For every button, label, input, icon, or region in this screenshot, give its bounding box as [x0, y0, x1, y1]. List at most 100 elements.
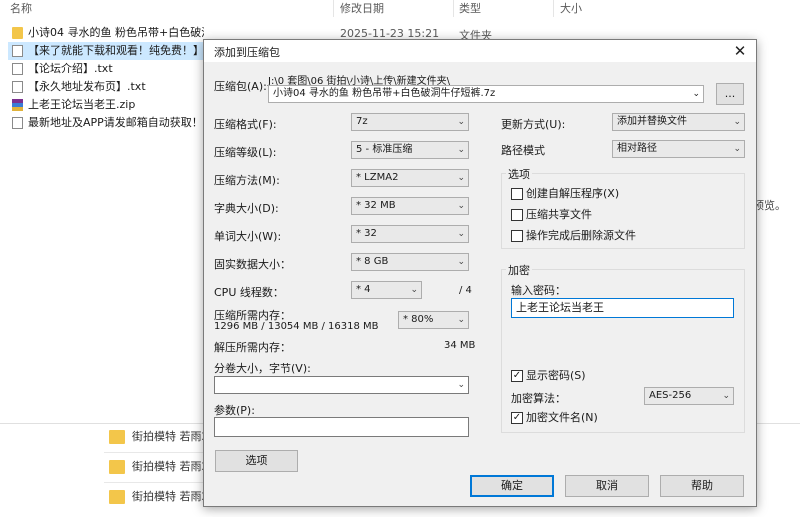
password-input[interactable]: 上老王论坛当老王: [511, 298, 734, 318]
show-password-label: 显示密码(S): [526, 369, 586, 382]
method-label: 压缩方法(M):: [214, 174, 280, 187]
folder-icon: [12, 27, 23, 39]
password-label: 输入密码：: [511, 284, 566, 297]
column-header-size[interactable]: 大小: [560, 0, 582, 17]
chevron-down-icon: ⌄: [457, 201, 465, 211]
split-size-combo[interactable]: ⌄: [214, 376, 469, 394]
path-mode-select[interactable]: 相对路径 ⌄: [612, 140, 745, 158]
close-icon[interactable]: ✕: [730, 41, 750, 61]
ok-button[interactable]: 确定: [470, 475, 554, 497]
file-name: 【永久地址发布页】.txt: [28, 80, 146, 93]
dict-select[interactable]: * 32 MB ⌄: [351, 197, 469, 215]
checkmark-icon: ✓: [511, 370, 523, 382]
text-file-icon: [12, 45, 23, 57]
column-header-type[interactable]: 类型: [459, 0, 481, 17]
show-password-checkbox[interactable]: ✓ 显示密码(S): [511, 369, 586, 383]
column-header-modified[interactable]: 修改日期: [340, 0, 384, 17]
chevron-down-icon: ⌄: [457, 257, 465, 267]
text-file-icon: [12, 81, 23, 93]
list-item[interactable]: 街拍模特 若雨24: [109, 428, 216, 446]
params-label: 参数(P):: [214, 404, 255, 417]
file-list: 小诗04 寻水的鱼 粉色吊带+白色破洞牛仔短裤 【来了就能下载和观看！纯免费！】…: [8, 24, 204, 132]
method-value: * LZMA2: [356, 172, 399, 183]
checkbox-box: [511, 188, 523, 200]
solid-select[interactable]: * 8 GB ⌄: [351, 253, 469, 271]
archive-name-value: 小诗04 寻水的鱼 粉色吊带+白色破洞牛仔短裤.7z: [273, 88, 496, 99]
column-header-name[interactable]: 名称: [10, 0, 32, 17]
word-select[interactable]: * 32 ⌄: [351, 225, 469, 243]
enc-method-select[interactable]: AES-256 ⌄: [644, 387, 734, 405]
method-select[interactable]: * LZMA2 ⌄: [351, 169, 469, 187]
word-value: * 32: [356, 228, 377, 239]
mem-percent-value: * 80%: [403, 314, 434, 325]
delete-after-checkbox[interactable]: 操作完成后删除源文件: [511, 229, 636, 243]
cpu-value: * 4: [356, 284, 371, 295]
enc-method-value: AES-256: [649, 390, 692, 401]
folder-icon: [109, 460, 125, 474]
path-mode-label: 路径模式: [501, 144, 545, 157]
list-item[interactable]: 街拍模特 若雨23: [109, 458, 216, 476]
level-select[interactable]: 5 - 标准压缩 ⌄: [351, 141, 469, 159]
list-item[interactable]: 街拍模特 若雨22: [109, 488, 216, 506]
help-button[interactable]: 帮助: [660, 475, 744, 497]
encrypt-names-checkbox[interactable]: ✓ 加密文件名(N): [511, 411, 598, 425]
browse-button[interactable]: ...: [716, 83, 744, 105]
options-group-title: 选项: [506, 166, 532, 182]
chevron-down-icon: ⌄: [410, 285, 418, 295]
file-row[interactable]: 最新地址及APP请发邮箱自动获取！！！: [8, 114, 204, 132]
mem-decomp-label: 解压所需内存：: [214, 341, 291, 354]
divider: [104, 452, 204, 453]
encrypt-names-label: 加密文件名(N): [526, 411, 598, 424]
encryption-group-title: 加密: [506, 262, 532, 278]
cpu-select[interactable]: * 4 ⌄: [351, 281, 422, 299]
chevron-down-icon: ⌄: [692, 89, 700, 99]
solid-label: 固实数据大小：: [214, 258, 291, 271]
checkmark-icon: ✓: [511, 412, 523, 424]
file-row[interactable]: 【永久地址发布页】.txt: [8, 78, 204, 96]
update-mode-value: 添加并替换文件: [617, 116, 687, 127]
column-divider[interactable]: [553, 0, 554, 17]
mem-comp-detail: 1296 MB / 13054 MB / 16318 MB: [214, 321, 379, 332]
mem-percent-select[interactable]: * 80% ⌄: [398, 311, 469, 329]
file-name: 【来了就能下载和观看！纯免费！】.txt: [28, 44, 204, 57]
chevron-down-icon: ⌄: [733, 117, 741, 127]
chevron-down-icon: ⌄: [457, 145, 465, 155]
column-divider[interactable]: [453, 0, 454, 17]
chevron-down-icon: ⌄: [457, 173, 465, 183]
winrar-archive-icon: [12, 99, 23, 111]
chevron-down-icon: ⌄: [733, 144, 741, 154]
archive-name-combo[interactable]: 小诗04 寻水的鱼 粉色吊带+白色破洞牛仔短裤.7z ⌄: [268, 85, 704, 103]
file-row[interactable]: 小诗04 寻水的鱼 粉色吊带+白色破洞牛仔短裤: [8, 24, 204, 42]
column-divider[interactable]: [333, 0, 334, 17]
sfx-checkbox[interactable]: 创建自解压程序(X): [511, 187, 619, 201]
shared-files-label: 压缩共享文件: [526, 208, 592, 221]
file-name: 小诗04 寻水的鱼 粉色吊带+白色破洞牛仔短裤: [28, 26, 204, 39]
cancel-button[interactable]: 取消: [565, 475, 649, 497]
params-input[interactable]: [214, 417, 469, 437]
shared-files-checkbox[interactable]: 压缩共享文件: [511, 208, 592, 222]
text-file-icon: [12, 117, 23, 129]
cpu-total: / 4: [459, 285, 472, 296]
level-label: 压缩等级(L):: [214, 146, 277, 159]
word-label: 单词大小(W):: [214, 230, 282, 243]
format-label: 压缩格式(F):: [214, 118, 277, 131]
format-select[interactable]: 7z ⌄: [351, 113, 469, 131]
checkbox-box: [511, 209, 523, 221]
dialog-title-bar[interactable]: 添加到压缩包 ✕: [204, 40, 756, 62]
options-button[interactable]: 选项: [215, 450, 298, 472]
file-row[interactable]: 【论坛介绍】.txt: [8, 60, 204, 78]
chevron-down-icon: ⌄: [457, 380, 465, 390]
chevron-down-icon: ⌄: [457, 117, 465, 127]
chevron-down-icon: ⌄: [722, 391, 730, 401]
divider: [104, 482, 204, 483]
update-mode-label: 更新方式(U):: [501, 118, 566, 131]
update-mode-select[interactable]: 添加并替换文件 ⌄: [612, 113, 745, 131]
solid-value: * 8 GB: [356, 256, 389, 267]
format-value: 7z: [356, 116, 368, 127]
split-label: 分卷大小，字节(V):: [214, 362, 311, 375]
file-row[interactable]: 【来了就能下载和观看！纯免费！】.txt: [8, 42, 204, 60]
cpu-label: CPU 线程数：: [214, 286, 284, 299]
chevron-down-icon: ⌄: [457, 315, 465, 325]
file-row[interactable]: 上老王论坛当老王.zip: [8, 96, 204, 114]
chevron-down-icon: ⌄: [457, 229, 465, 239]
